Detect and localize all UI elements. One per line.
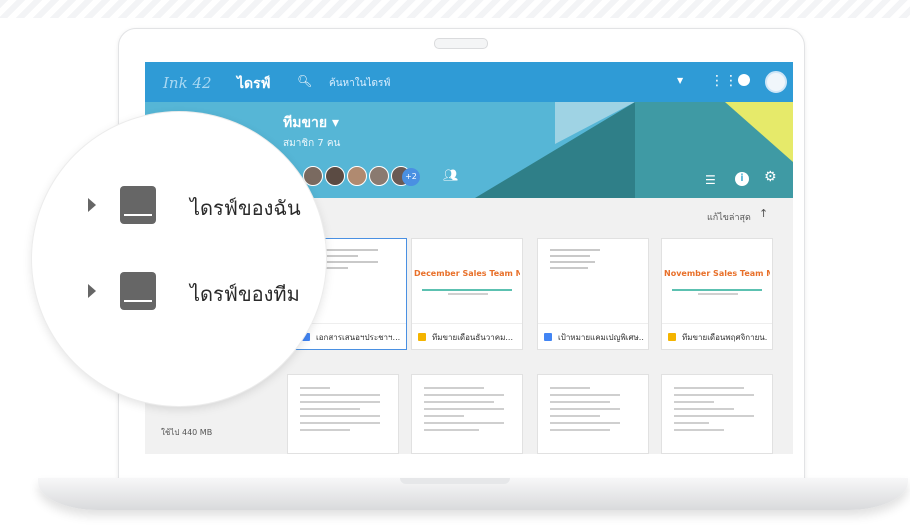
doc-preview: [550, 249, 620, 273]
apps-grid-icon[interactable]: ⋮⋮: [710, 73, 738, 89]
file-name: ทีมขายเดือนพฤศจิกายน...: [668, 331, 768, 344]
laptop-base-notch: [400, 478, 510, 484]
search-options-icon[interactable]: ▼: [677, 76, 683, 85]
slide-title: November Sales Team Meeting: [664, 269, 770, 278]
notifications-icon[interactable]: [738, 74, 750, 86]
info-icon[interactable]: i: [735, 172, 749, 186]
slides-file-icon: [418, 333, 426, 341]
member-avatar[interactable]: [325, 166, 345, 186]
background-stripe: [0, 0, 910, 18]
file-name: ทีมขายเดือนธันวาคม...: [418, 331, 518, 344]
sidebar-item-label: ไดรฟ์ของฉัน: [190, 196, 301, 220]
logo: Ink 42: [163, 74, 212, 92]
search-icon[interactable]: 🔍︎: [297, 74, 312, 88]
sort-label[interactable]: แก้ไขล่าสุด: [707, 210, 751, 224]
team-name-dropdown[interactable]: ทีมขาย ▾: [283, 112, 339, 134]
arrow-up-icon[interactable]: ↑: [759, 207, 768, 220]
member-avatar[interactable]: [369, 166, 389, 186]
gear-icon[interactable]: ⚙: [764, 169, 777, 185]
file-card[interactable]: [537, 374, 649, 454]
drive-icon-bar: [124, 214, 152, 216]
expand-arrow-icon[interactable]: [88, 198, 96, 212]
banner-shape: [725, 102, 793, 162]
slide-title: December Sales Team Meeting: [414, 269, 520, 278]
sidebar-magnifier: ไดรฟ์ของฉัน ไดรฟ์ของทีม: [32, 112, 326, 406]
laptop-camera: [434, 38, 488, 49]
slide-subtitle-line: [698, 293, 738, 295]
file-thumbnail: [538, 239, 648, 324]
file-card[interactable]: November Sales Team Meeting ทีมขายเดือนพ…: [661, 238, 773, 350]
storage-usage: ใช้ไป 440 MB: [161, 428, 213, 437]
member-avatar[interactable]: [303, 166, 323, 186]
file-thumbnail: November Sales Team Meeting: [662, 239, 772, 324]
member-count: สมาชิก 7 คน: [283, 138, 341, 149]
file-name: เป้าหมายแคมเปญพิเศษ...: [544, 331, 644, 344]
doc-preview: [424, 387, 504, 436]
list-view-icon[interactable]: ☰: [705, 173, 716, 187]
drive-icon-bar: [124, 300, 152, 302]
slide-subtitle-line: [448, 293, 488, 295]
team-drive-icon: [120, 272, 156, 310]
file-thumbnail: December Sales Team Meeting: [412, 239, 522, 324]
file-card[interactable]: December Sales Team Meeting ทีมขายเดือนธ…: [411, 238, 523, 350]
search-input[interactable]: ค้นหาในไดรฟ์: [329, 76, 390, 91]
sidebar-item-label: ไดรฟ์ของทีม: [190, 282, 300, 306]
member-avatar[interactable]: [347, 166, 367, 186]
top-bar: Ink 42 ไดรฟ์ 🔍︎ ค้นหาในไดรฟ์ ▼ ⋮⋮: [145, 62, 793, 102]
slide-accent-line: [422, 289, 512, 291]
file-card[interactable]: [661, 374, 773, 454]
docs-file-icon: [544, 333, 552, 341]
file-name: เอกสารเสนอฯประชาฯ...: [302, 331, 402, 344]
slide-accent-line: [672, 289, 762, 291]
my-drive-icon: [120, 186, 156, 224]
banner-shape: [475, 102, 635, 198]
account-avatar[interactable]: [765, 71, 787, 93]
doc-preview: [300, 387, 380, 436]
file-card[interactable]: เป้าหมายแคมเปญพิเศษ...: [537, 238, 649, 350]
expand-arrow-icon[interactable]: [88, 284, 96, 298]
file-card[interactable]: [411, 374, 523, 454]
more-members-badge[interactable]: +2: [402, 168, 420, 186]
doc-preview: [550, 387, 630, 436]
doc-preview: [674, 387, 754, 436]
slides-file-icon: [668, 333, 676, 341]
member-avatars: [303, 166, 413, 190]
add-member-icon[interactable]: 👥︎: [443, 168, 458, 182]
app-title: ไดรฟ์: [237, 76, 271, 92]
file-card[interactable]: [287, 374, 399, 454]
